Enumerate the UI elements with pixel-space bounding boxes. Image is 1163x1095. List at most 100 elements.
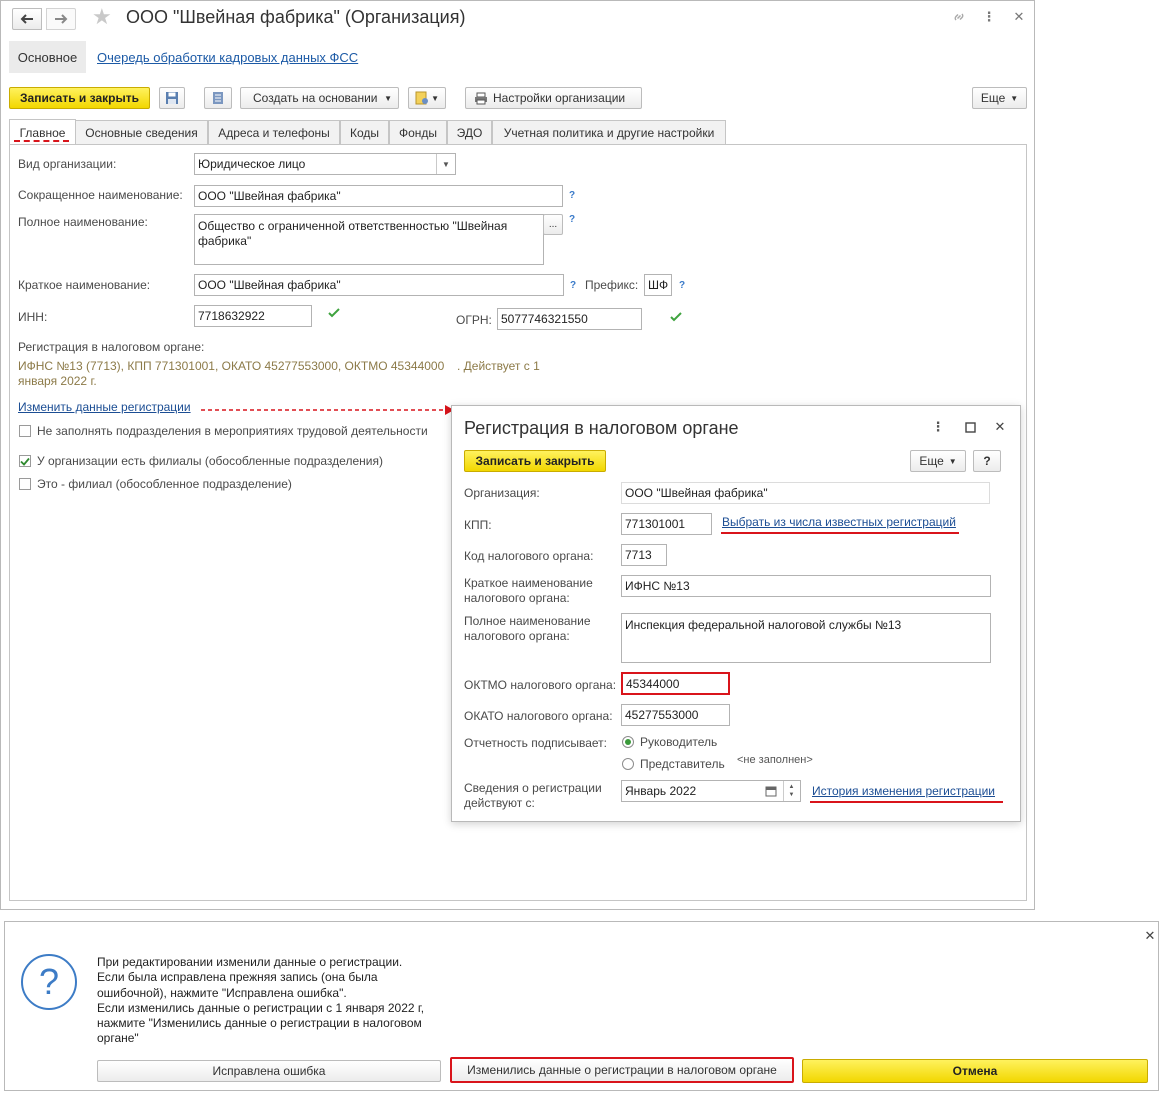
chevron-down-icon: ▼ <box>384 93 392 103</box>
close-icon[interactable]: ✕ <box>1009 7 1029 27</box>
pick-known-registration-link[interactable]: Выбрать из числа известных регистраций <box>722 515 956 529</box>
inn-input[interactable]: 7718632922 <box>194 305 312 327</box>
question-dialog: ✕ ? При редактировании изменили данные о… <box>4 921 1159 1091</box>
oktmo-input[interactable]: 45344000 <box>621 672 730 695</box>
dialog-more-vertical-icon[interactable]: ⋮ <box>928 417 948 437</box>
oktmo-label: ОКТМО налогового органа: <box>464 678 617 692</box>
signer-rep-radio[interactable] <box>622 758 634 770</box>
short-name-label: Сокращенное наименование: <box>18 188 183 202</box>
tab-accounting-policy[interactable]: Учетная политика и другие настройки <box>492 120 726 144</box>
dialog-help-button[interactable]: ? <box>973 450 1001 472</box>
tax-reg-info-line2: января 2022 г. <box>18 374 97 388</box>
forward-button[interactable] <box>46 8 76 30</box>
back-button[interactable] <box>12 8 42 30</box>
valid-since-label-1: Сведения о регистрации <box>464 781 602 795</box>
has-branches-label: У организации есть филиалы (обособленные… <box>37 454 383 468</box>
tab-funds[interactable]: Фонды <box>389 120 447 144</box>
prefix-label: Префикс: <box>585 278 639 292</box>
ogrn-input[interactable]: 5077746321550 <box>497 308 642 330</box>
error-fixed-button[interactable]: Исправлена ошибка <box>97 1060 441 1082</box>
window-title: ООО "Швейная фабрика" (Организация) <box>126 7 466 27</box>
tax-code-input[interactable]: 7713 <box>621 544 667 566</box>
cancel-button[interactable]: Отмена <box>802 1059 1148 1083</box>
print-menu-button[interactable]: ▼ <box>408 87 446 109</box>
tab-basic-info[interactable]: Основные сведения <box>75 120 208 144</box>
change-registration-link[interactable]: Изменить данные регистрации <box>18 400 191 414</box>
no-fill-departments-checkbox[interactable] <box>19 425 31 437</box>
organization-label: Организация: <box>464 486 540 500</box>
has-branches-checkbox[interactable] <box>19 455 31 467</box>
floppy-icon <box>166 92 178 104</box>
organization-field[interactable]: ООО "Швейная фабрика" <box>621 482 990 504</box>
tax-short-name-label-1: Краткое наименование <box>464 576 593 590</box>
favorite-star-icon[interactable]: ★ <box>92 4 112 30</box>
message-line-4: Если изменились данные о регистрации с 1… <box>97 1000 425 1015</box>
no-fill-departments-label: Не заполнять подразделения в мероприятия… <box>37 424 428 438</box>
registration-changed-button[interactable]: Изменились данные о регистрации в налого… <box>450 1057 794 1083</box>
document-icon <box>213 92 223 104</box>
full-name-help-icon[interactable]: ? <box>569 214 575 225</box>
message-line-6: органе" <box>97 1031 139 1046</box>
ogrn-label: ОГРН: <box>456 313 492 327</box>
valid-since-value: Январь 2022 <box>625 784 697 798</box>
dialog-maximize-icon[interactable] <box>960 417 980 437</box>
message-line-3: ошибочной), нажмите "Исправлена ошибка". <box>97 985 347 1000</box>
tab-main-underline <box>14 140 69 142</box>
more-vertical-icon[interactable]: ⋮ <box>979 7 999 27</box>
short-name-input[interactable]: ООО "Швейная фабрика" <box>194 185 563 207</box>
tab-codes[interactable]: Коды <box>340 120 389 144</box>
short-name-help-icon[interactable]: ? <box>569 190 575 201</box>
arrow-left-icon <box>20 14 33 24</box>
org-type-select[interactable]: Юридическое лицо <box>194 153 456 175</box>
dialog-close-icon[interactable]: ✕ <box>990 417 1010 437</box>
signer-rep-label: Представитель <box>640 757 725 771</box>
question-close-icon[interactable]: ✕ <box>1140 926 1160 946</box>
prefix-input[interactable]: ШФ <box>644 274 672 296</box>
tax-short-name-label-2: налогового органа: <box>464 591 570 605</box>
okato-label: ОКАТО налогового органа: <box>464 709 613 723</box>
nav-basic[interactable]: Основное <box>9 41 86 73</box>
org-type-value: Юридическое лицо <box>198 157 306 171</box>
tax-full-name-label-1: Полное наименование <box>464 614 591 628</box>
prefix-help-icon[interactable]: ? <box>679 280 685 291</box>
valid-since-label-2: действуют с: <box>464 796 535 810</box>
tab-edo[interactable]: ЭДО <box>447 120 492 144</box>
brief-name-input[interactable]: ООО "Швейная фабрика" <box>194 274 564 296</box>
dialog-save-close-button[interactable]: Записать и закрыть <box>464 450 606 472</box>
chevron-down-icon: ▼ <box>948 456 957 466</box>
org-settings-button[interactable]: Настройки организации <box>465 87 642 109</box>
post-document-button[interactable] <box>204 87 232 109</box>
registration-history-link[interactable]: История изменения регистрации <box>812 784 995 798</box>
dialog-more-label: Еще <box>919 454 944 468</box>
kpp-input[interactable]: 771301001 <box>621 513 712 535</box>
calendar-icon <box>765 786 777 797</box>
fss-queue-link[interactable]: Очередь обработки кадровых данных ФСС <box>97 50 358 65</box>
full-name-expand-button[interactable]: ... <box>543 214 563 235</box>
brief-name-help-icon[interactable]: ? <box>570 280 576 291</box>
tax-full-name-input[interactable]: Инспекция федеральной налоговой службы №… <box>621 613 991 663</box>
period-stepper[interactable]: ▲ ▼ <box>783 781 799 801</box>
dialog-more-button[interactable]: Еще ▼ <box>910 450 966 472</box>
org-type-dropdown-button[interactable]: ▼ <box>436 154 455 174</box>
tax-reg-label: Регистрация в налоговом органе: <box>18 340 205 354</box>
save-close-button[interactable]: Записать и закрыть <box>9 87 150 109</box>
tax-short-name-input[interactable]: ИФНС №13 <box>621 575 991 597</box>
signer-head-label: Руководитель <box>640 735 718 749</box>
full-name-input[interactable]: Общество с ограниченной ответственностью… <box>194 214 544 265</box>
arrow-right-icon <box>55 14 68 24</box>
more-button[interactable]: Еще ▼ <box>972 87 1027 109</box>
is-branch-checkbox[interactable] <box>19 478 31 490</box>
stepper-up-icon[interactable]: ▲ <box>789 783 795 791</box>
calendar-button[interactable] <box>762 781 780 801</box>
signer-label: Отчетность подписывает: <box>464 736 607 750</box>
tax-code-label: Код налогового органа: <box>464 549 594 563</box>
okato-input[interactable]: 45277553000 <box>621 704 730 726</box>
tab-addresses[interactable]: Адреса и телефоны <box>208 120 340 144</box>
inn-label: ИНН: <box>18 310 48 324</box>
create-based-on-button[interactable]: Создать на основании ▼ <box>240 87 399 109</box>
signer-head-radio[interactable] <box>622 736 634 748</box>
save-button[interactable] <box>159 87 185 109</box>
inn-valid-check-icon <box>328 308 340 318</box>
stepper-down-icon[interactable]: ▼ <box>789 791 795 799</box>
link-icon[interactable] <box>949 7 969 27</box>
